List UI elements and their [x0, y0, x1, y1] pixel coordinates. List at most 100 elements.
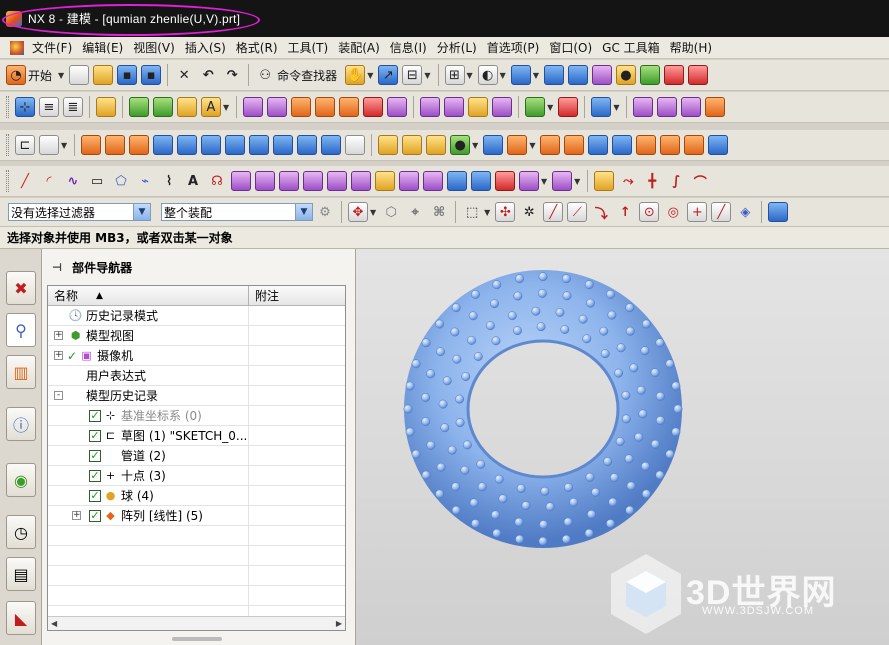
sphere-bump[interactable] — [560, 325, 570, 334]
tree-row[interactable]: ✓ + 十点 (3) — [48, 465, 345, 486]
sphere-bump[interactable] — [461, 372, 471, 381]
sphere-bump[interactable] — [624, 454, 634, 464]
select-all-icon[interactable]: ✥ — [348, 202, 368, 222]
pin-icon[interactable]: ⊣ — [52, 261, 62, 274]
scroll-right-icon[interactable]: ▶ — [336, 619, 342, 628]
rectangle-icon[interactable]: ▭ — [87, 171, 107, 191]
dropdown-icon[interactable]: ▼ — [223, 103, 229, 112]
sphere-bump[interactable] — [452, 354, 462, 364]
cube-icon[interactable] — [543, 65, 564, 85]
join-curve-icon[interactable] — [327, 171, 347, 191]
render-style-icon[interactable]: ◐ — [477, 65, 498, 85]
hammer-icon[interactable] — [153, 97, 173, 117]
assembly-tool-icon[interactable] — [591, 97, 612, 117]
sphere-bump[interactable] — [673, 404, 683, 414]
sphere-bump[interactable] — [614, 368, 624, 378]
clip-cube-icon[interactable] — [687, 65, 708, 85]
sphere-bump[interactable] — [616, 343, 626, 353]
replace-face-icon[interactable] — [708, 135, 729, 155]
sphere-bump[interactable] — [650, 439, 660, 449]
line-icon[interactable]: ╱ — [15, 171, 35, 191]
tree-row[interactable]: 🕓 历史记录模式 — [48, 305, 345, 326]
sphere-bump[interactable] — [436, 347, 445, 357]
sphere-bump[interactable] — [638, 409, 648, 419]
sphere-bump[interactable] — [538, 272, 548, 282]
dropdown-icon[interactable]: ▼ — [574, 177, 580, 186]
hole-icon[interactable] — [129, 135, 150, 155]
sphere-bump[interactable] — [438, 399, 448, 409]
trim-curve-icon[interactable] — [495, 171, 515, 191]
sphere-bump[interactable] — [513, 291, 523, 301]
sphere-bump[interactable] — [563, 517, 573, 527]
snap-point-icon[interactable]: ↑ — [615, 202, 635, 222]
sphere-bump[interactable] — [467, 335, 477, 345]
horizontal-scrollbar[interactable]: ◀ ▶ — [48, 616, 345, 630]
menu-info[interactable]: 信息(I) — [385, 39, 432, 56]
sphere-bump[interactable] — [498, 494, 508, 504]
curve-tool-icon[interactable] — [519, 171, 539, 191]
tree-row[interactable]: ✓ 管道 (2) — [48, 445, 345, 466]
tree-row[interactable]: ✓ ⊹ 基准坐标系 (0) — [48, 405, 345, 426]
draft-icon[interactable] — [540, 135, 561, 155]
sphere-bump[interactable] — [607, 310, 617, 320]
snap-curve-icon[interactable]: ⤵ — [591, 202, 611, 222]
visibility-checkbox[interactable]: ✓ — [89, 449, 101, 462]
rectangle-select-icon[interactable] — [633, 97, 654, 117]
visibility-checkbox[interactable]: ✓ — [89, 409, 101, 422]
menu-assembly[interactable]: 装配(A) — [333, 39, 385, 56]
panel-resize-handle[interactable] — [172, 637, 222, 641]
sphere-bump[interactable] — [442, 376, 452, 386]
sphere-bump[interactable] — [469, 498, 479, 508]
sphere-bump[interactable] — [636, 385, 646, 395]
surface-tool-9-icon[interactable] — [444, 97, 465, 117]
sphere-bump[interactable] — [435, 489, 445, 499]
project-curve-icon[interactable] — [255, 171, 275, 191]
chamfer-icon[interactable] — [297, 135, 318, 155]
sphere-bump[interactable] — [609, 473, 619, 483]
surface-tool-11-icon[interactable] — [492, 97, 513, 117]
synchronous-icon[interactable] — [660, 135, 681, 155]
sphere-bump[interactable] — [451, 303, 461, 313]
sphere-bump[interactable] — [629, 363, 639, 373]
surface-tool-5-icon[interactable] — [339, 97, 360, 117]
dropdown-icon[interactable]: ▼ — [541, 177, 547, 186]
bridge-curve-icon[interactable] — [279, 171, 299, 191]
sphere-bump[interactable] — [582, 334, 592, 344]
sphere-bump[interactable] — [606, 289, 615, 299]
subtract-icon[interactable] — [225, 135, 246, 155]
sphere-bump[interactable] — [650, 368, 660, 378]
mirror-icon[interactable] — [402, 135, 423, 155]
scope-select[interactable]: 整个装配 ▼ — [161, 203, 313, 221]
sphere-bump[interactable] — [585, 472, 595, 482]
surface-tool-6-icon[interactable] — [363, 97, 384, 117]
shaded-cube-icon[interactable] — [510, 65, 531, 85]
chevron-down-icon[interactable]: ▼ — [133, 204, 150, 220]
menu-format[interactable]: 格式(R) — [231, 39, 283, 56]
sphere-bump[interactable] — [655, 338, 665, 348]
orient-view-icon[interactable]: ⊟ — [402, 65, 423, 85]
surface-tool-2-icon[interactable] — [267, 97, 288, 117]
snap-quadrant-icon[interactable]: ◎ — [663, 202, 683, 222]
sphere-bump[interactable] — [435, 319, 445, 329]
display-tool-icon[interactable] — [525, 97, 546, 117]
sphere-bump[interactable] — [421, 338, 431, 348]
start-button[interactable]: 开始 — [28, 67, 52, 84]
surface-tool-7-icon[interactable] — [387, 97, 408, 117]
touch-mode-icon[interactable]: ✋ — [345, 65, 366, 85]
sphere-bump[interactable] — [471, 289, 480, 299]
sphere-bump[interactable] — [540, 486, 550, 496]
chevron-down-icon[interactable]: ▼ — [295, 204, 312, 220]
scale-body-icon[interactable] — [588, 135, 609, 155]
sphere-bump[interactable] — [491, 510, 500, 520]
extrude-icon[interactable] — [81, 135, 102, 155]
scroll-left-icon[interactable]: ◀ — [51, 619, 57, 628]
select-face-icon[interactable]: ⬡ — [381, 202, 401, 222]
thread-icon[interactable] — [345, 135, 366, 155]
snap-view-icon[interactable]: ⊞ — [444, 65, 465, 85]
sphere-bump[interactable] — [536, 322, 546, 332]
sphere-bump[interactable] — [494, 474, 504, 484]
visibility-checkbox[interactable]: ✓ — [89, 489, 101, 502]
open-folder-icon[interactable] — [93, 65, 114, 85]
arc-icon[interactable]: ◜ — [39, 171, 59, 191]
spline-icon[interactable]: ∿ — [63, 171, 83, 191]
